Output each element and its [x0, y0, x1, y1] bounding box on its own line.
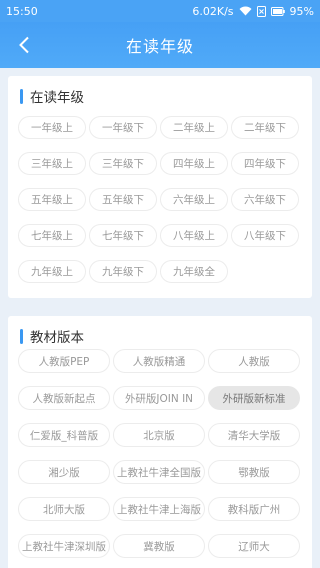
- grade-option[interactable]: 九年级全: [160, 260, 228, 283]
- textbook-option[interactable]: 北师大版: [18, 497, 110, 521]
- textbook-option[interactable]: 辽师大: [208, 534, 300, 558]
- textbook-section-header: 教材版本: [20, 326, 84, 346]
- status-time: 15:50: [6, 4, 38, 18]
- status-right: 6.02K/s 95%: [192, 5, 314, 18]
- textbook-option[interactable]: 外研版JOIN IN: [113, 386, 205, 410]
- grade-options: 一年级上 一年级下 二年级上 二年级下三年级上 三年级下 四年级上 四年级下五年级上 五年级下…: [18, 116, 299, 283]
- textbook-option[interactable]: 仁爱版_科普版: [18, 423, 110, 447]
- section-accent-bar: [20, 328, 23, 344]
- textbook-option[interactable]: 北京版: [113, 423, 205, 447]
- grade-section-header: 在读年级: [20, 86, 84, 106]
- grade-section-title: 在读年级: [30, 90, 84, 106]
- textbook-card: 教材版本 人教版PEP 人教版精通 人教版人教版新起点 外研版JOIN IN 外研版新标…: [8, 316, 312, 568]
- textbook-option[interactable]: 上教社牛津全国版: [113, 460, 205, 484]
- textbook-option[interactable]: 教科版广州: [208, 497, 300, 521]
- wifi-icon: [239, 6, 252, 16]
- grade-option[interactable]: 二年级上: [160, 116, 228, 139]
- grade-option[interactable]: 七年级上: [18, 224, 86, 247]
- battery-level: 95%: [289, 4, 314, 18]
- no-sim-icon: [256, 5, 266, 17]
- textbook-option[interactable]: 上教社牛津深圳版: [18, 534, 110, 558]
- textbook-option[interactable]: 外研版新标准: [208, 386, 300, 410]
- textbook-option[interactable]: 人教版精通: [113, 349, 205, 373]
- grade-option[interactable]: 五年级上: [18, 188, 86, 211]
- grade-option[interactable]: 七年级下: [89, 224, 157, 247]
- textbook-option[interactable]: 人教版PEP: [18, 349, 110, 373]
- textbook-option[interactable]: 清华大学版: [208, 423, 300, 447]
- grade-option[interactable]: 五年级下: [89, 188, 157, 211]
- textbook-options: 人教版PEP 人教版精通 人教版人教版新起点 外研版JOIN IN 外研版新标准仁爱版_…: [18, 349, 300, 558]
- textbook-option[interactable]: 湘少版: [18, 460, 110, 484]
- grade-option[interactable]: 一年级上: [18, 116, 86, 139]
- chevron-left-icon: [19, 36, 29, 54]
- textbook-option[interactable]: 人教版新起点: [18, 386, 110, 410]
- grade-option[interactable]: 三年级上: [18, 152, 86, 175]
- grade-option[interactable]: 六年级上: [160, 188, 228, 211]
- back-button[interactable]: [10, 31, 38, 59]
- grade-option[interactable]: 六年级下: [231, 188, 299, 211]
- grade-card: 在读年级 一年级上 一年级下 二年级上 二年级下三年级上 三年级下 四年级上 四年级下五年级…: [8, 76, 312, 298]
- battery-icon: [270, 6, 285, 16]
- section-accent-bar: [20, 88, 23, 104]
- textbook-option[interactable]: 人教版: [208, 349, 300, 373]
- network-speed: 6.02K/s: [192, 4, 234, 18]
- grade-option[interactable]: 四年级上: [160, 152, 228, 175]
- grade-option[interactable]: 八年级上: [160, 224, 228, 247]
- grade-option[interactable]: 一年级下: [89, 116, 157, 139]
- grade-option[interactable]: 九年级上: [18, 260, 86, 283]
- textbook-option[interactable]: 上教社牛津上海版: [113, 497, 205, 521]
- textbook-section-title: 教材版本: [30, 330, 84, 346]
- grade-option[interactable]: 二年级下: [231, 116, 299, 139]
- grade-option[interactable]: 九年级下: [89, 260, 157, 283]
- textbook-option[interactable]: 冀教版: [113, 534, 205, 558]
- textbook-option[interactable]: 鄂教版: [208, 460, 300, 484]
- navigation-bar: 在读年级: [0, 22, 320, 68]
- status-bar: 15:50 6.02K/s 95%: [0, 0, 320, 22]
- grade-option[interactable]: 三年级下: [89, 152, 157, 175]
- page-title: 在读年级: [125, 37, 194, 56]
- grade-option[interactable]: 四年级下: [231, 152, 299, 175]
- grade-option[interactable]: 八年级下: [231, 224, 299, 247]
